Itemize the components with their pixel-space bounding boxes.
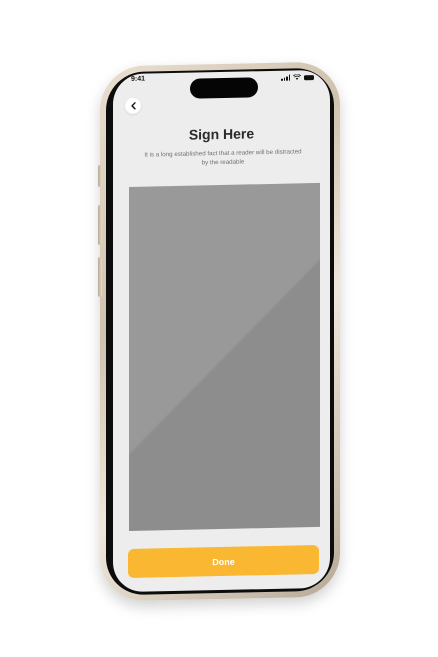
device-mockup: 9:41 Sign Here It is a long established … (0, 0, 438, 657)
signal-icon (281, 74, 290, 81)
back-button[interactable] (125, 97, 141, 115)
volume-up-button (98, 205, 102, 245)
page-title: Sign Here (188, 125, 255, 143)
wifi-icon (293, 74, 301, 80)
volume-down-button (98, 257, 102, 297)
battery-icon (304, 74, 314, 80)
status-time: 9:41 (131, 75, 146, 83)
page-subtitle: It is a long established fact that a rea… (144, 148, 302, 167)
action-button (98, 165, 102, 187)
signature-pad[interactable] (129, 182, 320, 531)
dynamic-island (190, 77, 258, 99)
chevron-left-icon (130, 102, 136, 110)
status-icons (281, 74, 314, 81)
done-button[interactable]: Done (128, 544, 319, 578)
app-screen: 9:41 Sign Here It is a long established … (113, 69, 330, 593)
